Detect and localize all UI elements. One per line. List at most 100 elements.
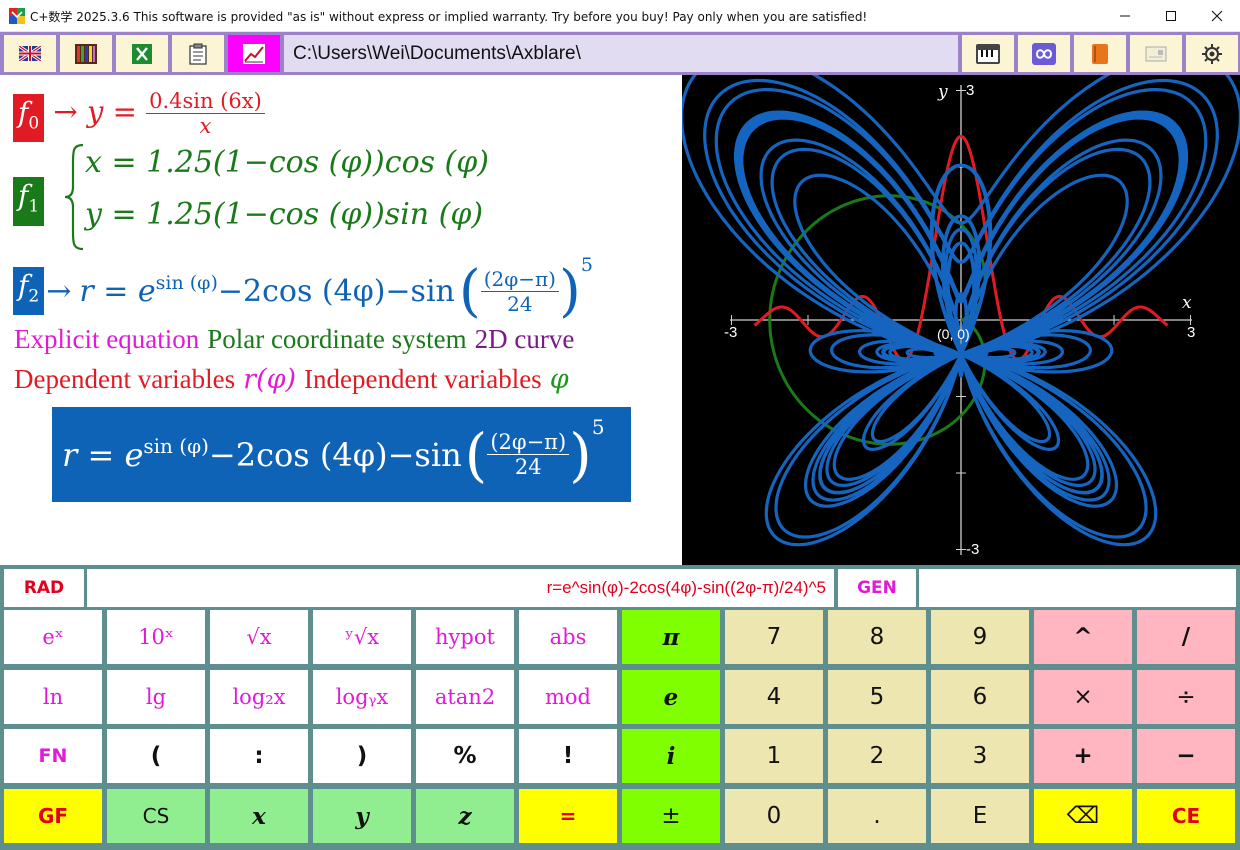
preview-fraction: (2φ−π) 24 [487,430,570,479]
f0-arrow: → [53,94,78,129]
key-hypot[interactable]: hypot [416,610,514,664]
key-lg[interactable]: lg [107,670,205,724]
preview-lhs: r = e [62,435,144,474]
description-words-2: Dependent variables r(φ) Independent varia… [14,364,577,395]
key-sqrt[interactable]: √x [210,610,308,664]
key-label: − [1176,743,1196,769]
key-6[interactable]: 6 [931,670,1029,724]
infinity-button[interactable] [1018,35,1070,72]
key-backspace[interactable]: ⌫ [1034,789,1132,843]
secondary-input[interactable] [919,569,1236,607]
y-axis-label: y [937,82,948,102]
key-y[interactable]: y [313,789,411,843]
description-word-0: Dependent variables [14,364,236,394]
key-2[interactable]: 2 [828,729,926,783]
language-button[interactable] [4,35,56,72]
key-left-paren[interactable]: ( [107,729,205,783]
key-label: CS [142,804,170,828]
maximize-button[interactable] [1148,0,1194,32]
gen-button[interactable]: GEN [838,569,916,607]
key-log2[interactable]: log₂x [210,670,308,724]
key-label: atan2 [434,685,496,709]
f0-equals: = [112,94,137,129]
chart-icon [243,43,265,64]
f2-numerator: (2φ−π) [480,267,559,292]
key-5[interactable]: 5 [828,670,926,724]
gen-label: GEN [857,578,897,598]
key-label: GF [37,804,69,828]
key-logy[interactable]: logᵧx [313,670,411,724]
excel-button[interactable] [116,35,168,72]
key-cs[interactable]: CS [107,789,205,843]
settings-button[interactable] [1186,35,1238,72]
key-colon[interactable]: : [210,729,308,783]
key-label: 3 [972,743,988,769]
key-ce[interactable]: CE [1137,789,1235,843]
expression-input[interactable]: r=e^sin(φ)-2cos(4φ)-sin((2φ-π)/24)^5 [87,569,834,607]
key-fn[interactable]: FN [4,729,102,783]
key-ln[interactable]: ln [4,670,102,724]
key-plus-minus[interactable]: ± [622,789,720,843]
key-7[interactable]: 7 [725,610,823,664]
key-label: mod [545,685,591,709]
key-label: logᵧx [335,685,389,709]
key-caret[interactable]: ^ [1034,610,1132,664]
preview-exponent: sin (φ) [143,433,209,458]
formula-f2[interactable]: f2 → r = e sin (φ) −2cos (4φ)−sin ( (2φ−… [13,254,593,327]
key-label: 10ˣ [138,625,174,649]
key-label: / [1181,624,1191,650]
path-field[interactable]: C:\Users\Wei\Documents\Axblare\ [284,35,958,72]
card-button[interactable] [1130,35,1182,72]
key-plus[interactable]: + [1034,729,1132,783]
key-3[interactable]: 3 [931,729,1029,783]
manual-button[interactable] [1074,35,1126,72]
key-pow10[interactable]: 10ˣ [107,610,205,664]
preview-denominator: 24 [514,455,542,479]
graph-button[interactable] [228,35,280,72]
key-label: ± [661,803,681,829]
key-abs[interactable]: abs [519,610,617,664]
key-pi[interactable]: π [622,610,720,664]
key-e[interactable]: e [622,670,720,724]
formula-f0[interactable]: f0 → y = 0.4sin (6x) x [13,89,265,143]
key-divide[interactable]: ÷ [1137,670,1235,724]
key-exp[interactable]: eˣ [4,610,102,664]
key-1[interactable]: 1 [725,729,823,783]
key-equals[interactable]: = [519,789,617,843]
key-0[interactable]: 0 [725,789,823,843]
f2-right-paren: ) [558,258,581,324]
key-i[interactable]: i [622,729,720,783]
key-dot[interactable]: . [828,789,926,843]
key-x[interactable]: x [210,789,308,843]
key-exponent-e[interactable]: E [931,789,1029,843]
key-percent[interactable]: % [416,729,514,783]
key-factorial[interactable]: ! [519,729,617,783]
key-gf[interactable]: GF [4,789,102,843]
book-icon [1092,43,1108,64]
description-words-1: Explicit equation Polar coordinate system… [14,324,582,354]
mode-label: RAD [23,578,65,598]
key-nth-root[interactable]: ʸ√x [313,610,411,664]
f1-badge: f1 [13,177,45,226]
clipboard-button[interactable] [172,35,224,72]
key-atan2[interactable]: atan2 [416,670,514,724]
key-4[interactable]: 4 [725,670,823,724]
y-min-label: -3 [966,541,979,558]
key-slash[interactable]: / [1137,610,1235,664]
minimize-button[interactable] [1102,0,1148,32]
key-minus[interactable]: − [1137,729,1235,783]
piano-button[interactable] [962,35,1014,72]
expression-text: r=e^sin(φ)-2cos(4φ)-sin((2φ-π)/24)^5 [546,578,826,597]
close-button[interactable] [1194,0,1240,32]
mode-button[interactable]: RAD [4,569,84,607]
key-label: CE [1171,804,1201,828]
graph-canvas[interactable]: x y -3 3 3 -3 (0, 0) [680,52,1240,565]
library-button[interactable] [60,35,112,72]
key-8[interactable]: 8 [828,610,926,664]
key-mod[interactable]: mod [519,670,617,724]
f0-lhs: y [86,94,104,129]
key-right-paren[interactable]: ) [313,729,411,783]
key-z[interactable]: z [416,789,514,843]
key-multiply[interactable]: × [1034,670,1132,724]
key-9[interactable]: 9 [931,610,1029,664]
